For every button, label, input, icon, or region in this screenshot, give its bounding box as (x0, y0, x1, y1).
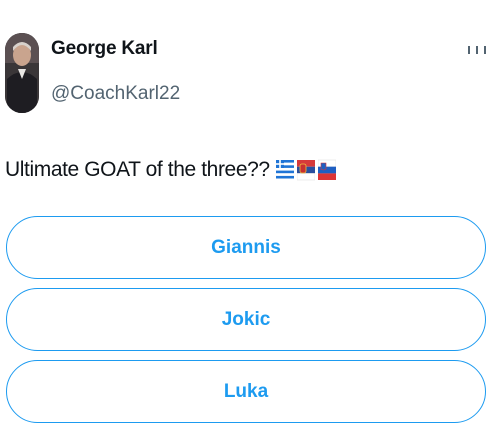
tweet-text: Ultimate GOAT of the three?? (5, 155, 336, 185)
tweet-text-body: Ultimate GOAT of the three?? (5, 158, 270, 181)
poll-option-luka[interactable]: Luka (6, 360, 486, 423)
serbia-flag-icon (296, 160, 315, 181)
poll-option-giannis[interactable]: Giannis (6, 216, 486, 279)
person-avatar-icon (5, 33, 39, 113)
author-handle[interactable]: @CoachKarl22 (51, 83, 180, 105)
poll-option-label: Giannis (211, 236, 281, 258)
slovenia-flag-icon (317, 159, 336, 180)
poll-option-label: Luka (223, 380, 269, 402)
flag-emojis (275, 158, 336, 182)
author-name[interactable]: George Karl (51, 38, 158, 60)
greece-flag-icon (275, 158, 294, 182)
more-options-button[interactable] (464, 40, 490, 64)
tweet-card: George Karl @CoachKarl22 Ultimate GOAT o… (0, 0, 500, 440)
poll-option-label: Jokic (221, 308, 271, 330)
more-options-icon (468, 46, 486, 54)
avatar[interactable] (5, 33, 39, 113)
poll-option-jokic[interactable]: Jokic (6, 288, 486, 351)
poll: Giannis Jokic Luka (6, 216, 486, 432)
